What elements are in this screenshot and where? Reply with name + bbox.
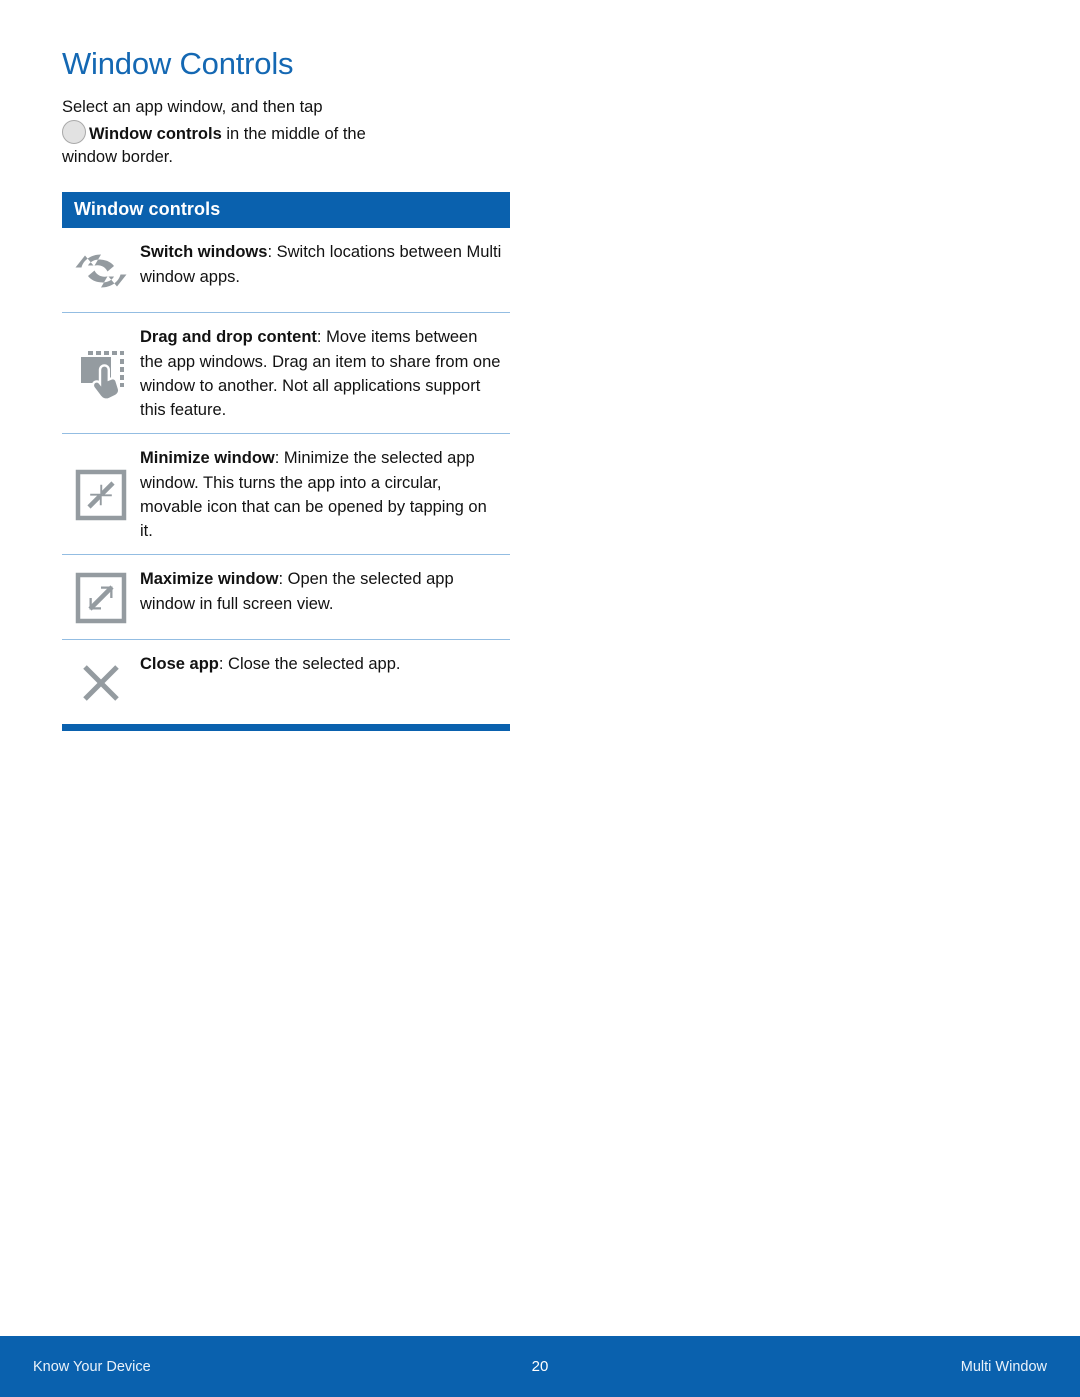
row-term: Minimize window (140, 449, 275, 468)
table-row: Drag and drop content: Move items betwee… (62, 313, 510, 435)
row-term: Close app (140, 655, 219, 674)
circle-icon (62, 119, 86, 144)
table-row-text: Maximize window: Open the selected app w… (140, 566, 510, 616)
table-row-text: Drag and drop content: Move items betwee… (140, 324, 510, 422)
footer-page-number: 20 (531, 1358, 549, 1375)
row-term: Maximize window (140, 570, 279, 589)
row-separator: : (267, 243, 277, 262)
minimize-window-icon (62, 466, 140, 522)
table-row: Switch windows: Switch locations between… (62, 228, 510, 314)
maximize-window-icon (62, 569, 140, 625)
intro-line-2-rest: in the middle of the (221, 124, 366, 143)
table-row-text: Close app: Close the selected app. (140, 651, 510, 676)
footer-chapter-label: Multi Window (960, 1358, 1047, 1375)
row-separator: : (274, 449, 284, 468)
table-row: Close app: Close the selected app. (62, 640, 510, 724)
table-row: Minimize window: Minimize the selected a… (62, 434, 510, 556)
row-description: Close the selected app. (228, 655, 401, 674)
intro-line-1: Select an app window, and then tap (62, 97, 323, 116)
close-app-icon (62, 655, 140, 709)
row-term: Drag and drop content (140, 328, 317, 347)
document-page: Window Controls Select an app window, an… (0, 0, 1080, 1336)
table-row-text: Minimize window: Minimize the selected a… (140, 445, 510, 543)
switch-windows-icon (62, 245, 140, 295)
row-separator: : (218, 655, 229, 674)
page-title: Window Controls (62, 46, 294, 81)
row-term: Switch windows (140, 243, 268, 262)
intro-bold-term: Window controls (89, 124, 222, 143)
page-content: Window Controls Select an app window, an… (62, 46, 514, 732)
intro-line-3: window border. (62, 148, 173, 167)
drag-and-drop-icon (62, 344, 140, 402)
page-footer: Know Your Device 20 Multi Window (0, 1336, 1080, 1397)
intro-paragraph: Select an app window, and then tap Windo… (62, 96, 514, 171)
window-controls-table: Window controls Switch windows: Switch l… (62, 192, 510, 732)
row-separator: : (278, 570, 288, 589)
table-header: Window controls (62, 192, 510, 229)
table-row-text: Switch windows: Switch locations between… (140, 239, 510, 289)
table-row: Maximize window: Open the selected app w… (62, 555, 510, 641)
row-separator: : (316, 328, 327, 347)
